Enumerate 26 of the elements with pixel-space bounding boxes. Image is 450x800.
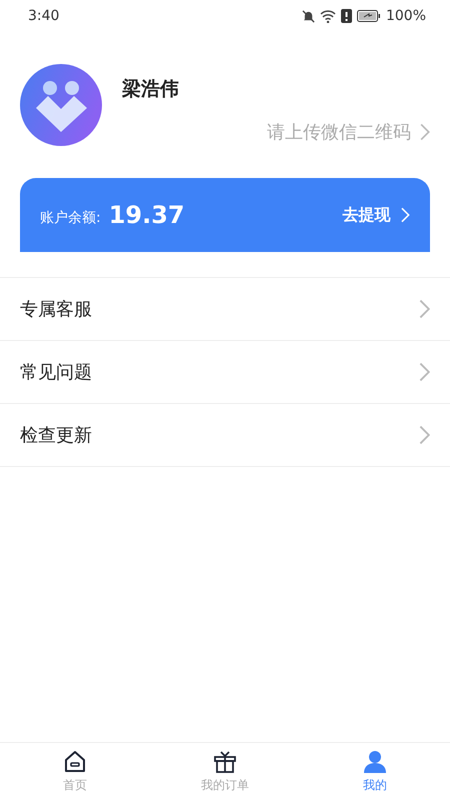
menu-item[interactable]: 常见问题 — [20, 360, 92, 384]
upload-qr-link[interactable]: 请上传微信二维码 — [267, 120, 430, 144]
withdraw-button[interactable]: 去提现 — [342, 204, 410, 226]
wifi-icon — [320, 10, 336, 22]
nav-tab[interactable]: 我的订单 — [150, 743, 300, 800]
home-icon — [63, 750, 87, 774]
battery-icon — [356, 10, 381, 22]
user-icon — [363, 750, 387, 774]
menu-item[interactable]: 检查更新 — [20, 423, 92, 447]
nav-tab[interactable]: 我的 — [300, 743, 450, 800]
nav-tab[interactable]: 首页 — [0, 743, 150, 800]
balance-amount: 19.37 — [108, 201, 186, 229]
bell-off-icon — [302, 10, 315, 22]
gift-icon — [213, 750, 237, 774]
balance-label: 账户余额: — [40, 209, 101, 227]
battery-level: 100% — [386, 8, 426, 24]
chevron-icon — [400, 207, 410, 223]
chevron-icon — [419, 123, 430, 141]
menu-item[interactable]: 专属客服 — [20, 297, 92, 321]
alert-icon — [340, 9, 352, 23]
chevron-icon — [418, 425, 430, 445]
user-name: 梁浩伟 — [122, 77, 180, 102]
chevron-icon — [418, 362, 430, 382]
status-time: 3:40 — [28, 8, 60, 24]
avatar-logo-icon — [20, 64, 102, 146]
chevron-icon — [418, 299, 430, 319]
